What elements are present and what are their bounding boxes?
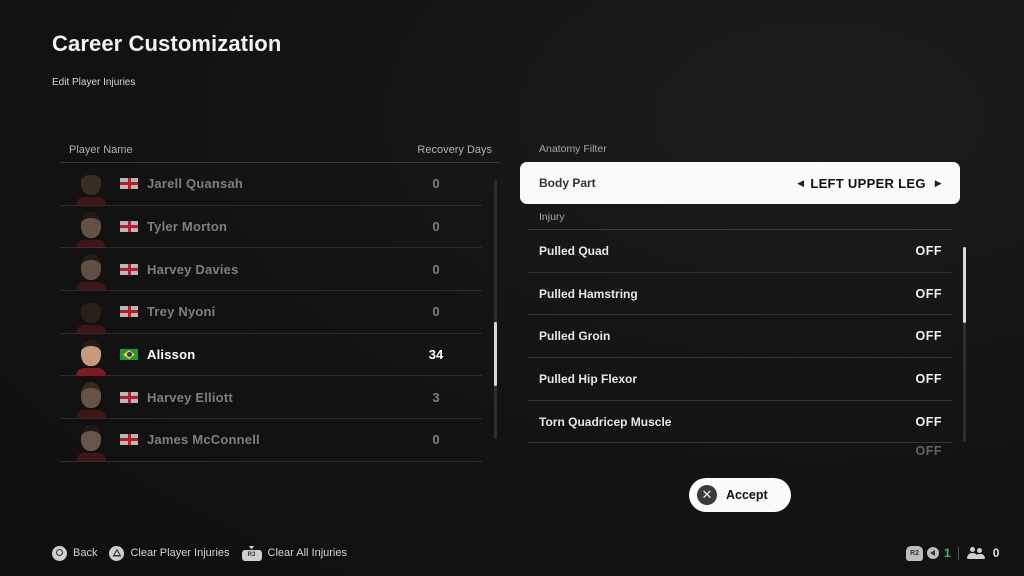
clear-all-injuries-label: Clear All Injuries xyxy=(267,547,347,559)
page-title: Career Customization xyxy=(52,31,282,56)
back-label: Back xyxy=(73,547,98,559)
clear-all-injuries-button[interactable]: R3 Clear All Injuries xyxy=(241,545,347,561)
player-avatar xyxy=(76,378,106,419)
injury-toggle-status: OFF xyxy=(915,329,942,344)
accept-label: Accept xyxy=(726,488,768,502)
injury-toggle-status: OFF xyxy=(915,286,942,301)
recovery-days: 0 xyxy=(432,304,440,320)
body-part-label: Body Part xyxy=(539,176,596,190)
injury-name: Torn Quadricep Muscle xyxy=(539,414,672,429)
player-list-scrollbar-thumb[interactable] xyxy=(494,322,497,387)
column-header-recovery-days: Recovery Days xyxy=(417,144,492,156)
england-flag-icon xyxy=(120,178,138,190)
anatomy-filter-label: Anatomy Filter xyxy=(539,143,607,155)
injury-row[interactable]: Pulled Hip Flexor OFF xyxy=(528,358,952,401)
player-row[interactable]: Harvey Davies 0 xyxy=(60,248,482,292)
player-list-header: Player Name Recovery Days xyxy=(60,138,500,163)
clear-player-injuries-button[interactable]: Clear Player Injuries xyxy=(109,545,230,561)
page-subtitle: Edit Player Injuries xyxy=(52,77,136,88)
arrow-right-icon[interactable]: ▶ xyxy=(935,178,942,189)
player-row[interactable]: Trey Nyoni 0 xyxy=(60,291,482,334)
injury-name: Pulled Hamstring xyxy=(539,286,638,301)
player-name: Alisson xyxy=(147,347,196,363)
injury-name: Pulled Groin xyxy=(539,329,611,344)
injury-section-label: Injury xyxy=(528,204,952,230)
england-flag-icon xyxy=(120,391,138,403)
injury-row[interactable]: Pulled Quad OFF xyxy=(528,230,952,273)
injury-toggle-status: OFF xyxy=(915,243,942,258)
body-part-value: LEFT UPPER LEG xyxy=(810,175,926,191)
recovery-days: 0 xyxy=(432,432,440,448)
injury-row[interactable]: Torn Quadricep Muscle OFF xyxy=(528,401,952,444)
speaker-icon xyxy=(927,547,939,559)
player-name: James McConnell xyxy=(147,432,260,448)
body-part-selector[interactable]: Body Part ◀ LEFT UPPER LEG ▶ xyxy=(520,162,960,204)
injury-list: Pulled Quad OFF Pulled Hamstring OFF Pulled … xyxy=(528,230,952,459)
injury-toggle-status: OFF xyxy=(915,414,942,429)
injury-toggle-status: OFF xyxy=(915,371,942,386)
r3-button-icon: R3 xyxy=(241,545,262,561)
injury-row[interactable]: OFF xyxy=(528,443,952,459)
player-name: Harvey Elliott xyxy=(147,389,233,405)
triangle-button-icon xyxy=(109,545,125,561)
injury-row[interactable]: Pulled Groin OFF xyxy=(528,315,952,359)
injury-row[interactable]: Pulled Hamstring OFF xyxy=(528,273,952,316)
clear-player-injuries-label: Clear Player Injuries xyxy=(130,547,230,559)
injury-name: Pulled Hip Flexor xyxy=(539,371,638,386)
injury-toggle-status: OFF xyxy=(915,444,942,459)
recovery-days: 0 xyxy=(432,261,440,277)
circle-button-icon xyxy=(52,545,67,561)
online-count: 1 xyxy=(944,546,951,560)
player-name: Trey Nyoni xyxy=(147,304,216,320)
accept-button[interactable]: ✕ Accept xyxy=(689,478,791,512)
player-row[interactable]: Jarell Quansah 0 xyxy=(60,163,482,206)
england-flag-icon xyxy=(120,434,138,446)
body-part-value-group: ◀ LEFT UPPER LEG ▶ xyxy=(797,176,942,191)
injury-name: Pulled Quad xyxy=(539,243,610,258)
users-count: 0 xyxy=(992,546,1000,560)
cross-button-icon: ✕ xyxy=(697,485,717,505)
player-row[interactable]: Alisson 34 xyxy=(60,334,482,377)
recovery-days: 3 xyxy=(432,389,440,405)
player-avatar xyxy=(76,421,106,461)
player-row[interactable]: Harvey Elliott 3 xyxy=(60,376,482,420)
recovery-days: 0 xyxy=(432,176,440,192)
england-flag-icon xyxy=(120,221,138,233)
injury-list-scrollbar[interactable] xyxy=(963,247,966,442)
r2-button-icon: R2 xyxy=(906,545,923,561)
player-name: Tyler Morton xyxy=(147,219,228,235)
player-avatar xyxy=(76,336,106,376)
arrow-left-icon[interactable]: ◀ xyxy=(797,178,804,189)
england-flag-icon xyxy=(120,263,138,275)
player-row[interactable]: James McConnell 0 xyxy=(60,419,482,462)
player-list-scrollbar[interactable] xyxy=(494,180,497,439)
player-name: Harvey Davies xyxy=(147,261,239,277)
player-avatar xyxy=(76,208,106,248)
england-flag-icon xyxy=(120,306,138,318)
status-divider xyxy=(957,546,959,560)
player-row[interactable]: Tyler Morton 0 xyxy=(60,206,482,249)
recovery-days: 34 xyxy=(428,347,444,363)
player-list: Jarell Quansah 0 Tyler Morton 0 Harvey Davie… xyxy=(60,163,482,462)
back-button[interactable]: Back xyxy=(52,545,98,561)
users-icon xyxy=(966,546,985,560)
player-avatar xyxy=(76,165,106,205)
footer-controls: Back Clear Player Injuries R3 Clear All … xyxy=(52,544,359,562)
player-avatar xyxy=(76,250,106,291)
player-name: Jarell Quansah xyxy=(147,176,244,192)
status-bar: R2 1 0 xyxy=(906,545,999,561)
column-header-player-name: Player Name xyxy=(69,144,133,156)
brazil-flag-icon xyxy=(120,349,138,361)
recovery-days: 0 xyxy=(432,219,440,235)
injury-list-scrollbar-thumb[interactable] xyxy=(963,247,966,323)
player-list-panel: Player Name Recovery Days Jarell Quansah… xyxy=(60,138,500,462)
anatomy-filter-panel: Anatomy Filter Body Part ◀ LEFT UPPER LE… xyxy=(520,138,960,459)
player-avatar xyxy=(76,293,106,333)
